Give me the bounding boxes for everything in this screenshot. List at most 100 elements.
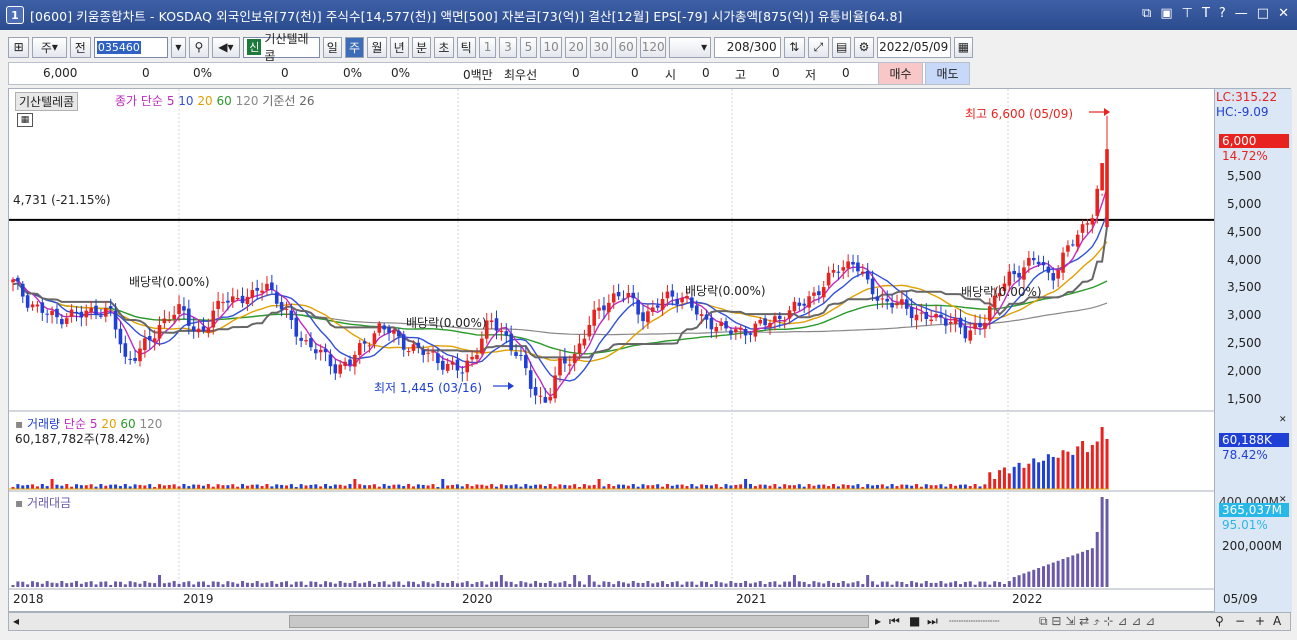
- ma5-label: 5: [166, 94, 175, 108]
- candle-body: [1022, 267, 1026, 280]
- save-icon[interactable]: ▤: [832, 36, 852, 58]
- tab-month[interactable]: 월: [367, 36, 387, 58]
- candle-body: [177, 304, 181, 315]
- candle-body: [387, 327, 391, 334]
- table-icon[interactable]: ▦: [17, 113, 33, 127]
- chart-menu-icon[interactable]: ⊞: [8, 36, 30, 58]
- text-icon[interactable]: T: [1202, 6, 1210, 21]
- candle-body: [1100, 163, 1104, 191]
- close-icon[interactable]: ✕: [1278, 6, 1289, 21]
- volume-bar: [26, 484, 30, 489]
- volume-bar: [690, 484, 694, 489]
- chart-area[interactable]: 기산텔레콤 종가 단순 5 10 20 60 120 기준선 26 ▦ 4,73…: [8, 88, 1292, 613]
- scroll-left-icon[interactable]: ◂: [13, 614, 19, 628]
- indicator-icon[interactable]: ⇅: [783, 36, 805, 58]
- chart-scrollbar[interactable]: ◂ ▸ ⏮ ■ ⏭ ┄┄┄┄┄┄┄ ⧉ ⊟ ⇲ ⇄ ⤴ ⊹ ⊿ ⊿ ⊿ ⚲ − …: [8, 612, 1291, 631]
- link-icon[interactable]: ⧉: [1142, 6, 1151, 21]
- sell-button[interactable]: 매도: [925, 62, 970, 85]
- drawing-tools-icon[interactable]: ⧉ ⊟ ⇲ ⇄ ⤴ ⊹ ⊿ ⊿ ⊿: [1039, 614, 1155, 629]
- baseline-line: [12, 226, 1108, 359]
- auto-scale-icon[interactable]: A: [1273, 614, 1281, 628]
- panel-close-icon[interactable]: ✕: [1279, 495, 1287, 505]
- prev-button[interactable]: 전: [69, 36, 91, 58]
- amount-bar: [607, 581, 611, 587]
- stop-icon[interactable]: ■: [909, 614, 920, 628]
- window-number[interactable]: 1: [6, 6, 24, 24]
- calendar-icon[interactable]: ▦: [953, 36, 974, 58]
- interval-3[interactable]: 3: [499, 36, 517, 58]
- quote-low: 0: [842, 66, 850, 80]
- amount-bar: [270, 581, 274, 587]
- volume-bar: [338, 484, 342, 489]
- amount-bar: [197, 581, 201, 587]
- zoom-slider[interactable]: ┄┄┄┄┄┄┄: [949, 614, 1000, 628]
- amount-bar: [973, 584, 977, 587]
- restore-icon[interactable]: ▣: [1160, 6, 1172, 21]
- interval-120[interactable]: 120: [640, 36, 667, 58]
- candle-body: [167, 320, 172, 322]
- interval-30[interactable]: 30: [590, 36, 613, 58]
- amount-bar: [104, 581, 108, 587]
- candle-body: [270, 282, 274, 291]
- volume-bar: [221, 485, 225, 489]
- scroll-right-icon[interactable]: ▸: [875, 614, 881, 628]
- settings-icon[interactable]: ⚙: [854, 36, 874, 58]
- volume-bar: [939, 484, 943, 489]
- amount-bar: [695, 584, 699, 587]
- pin-icon[interactable]: ⊤: [1182, 6, 1193, 21]
- tab-minute[interactable]: 분: [411, 36, 432, 58]
- amount-bar: [910, 581, 914, 587]
- help-icon[interactable]: ?: [1219, 6, 1226, 21]
- amount-bar: [465, 581, 469, 587]
- panel-close-icon[interactable]: ✕: [1279, 415, 1287, 425]
- volume-bar: [841, 484, 845, 489]
- maximize-icon[interactable]: □: [1257, 6, 1269, 21]
- zoom-search-icon[interactable]: ⚲: [1215, 614, 1224, 628]
- interval-1[interactable]: 1: [478, 36, 497, 58]
- play-icon[interactable]: ⏭: [927, 614, 938, 629]
- volume-bar: [382, 484, 386, 489]
- date-input[interactable]: 2022/05/09: [876, 36, 951, 58]
- y-tick-label: 3,000: [1227, 308, 1262, 323]
- minimize-icon[interactable]: —: [1235, 6, 1248, 21]
- tab-year[interactable]: 년: [389, 36, 409, 58]
- candle-body: [328, 354, 333, 367]
- candle-body: [792, 301, 797, 312]
- interval-60[interactable]: 60: [615, 36, 638, 58]
- dividend-label: 배당락(0.00%): [961, 285, 1042, 299]
- volume-bar: [1056, 457, 1060, 489]
- amount-bar: [426, 582, 430, 587]
- speaker-icon[interactable]: ◀▾: [211, 36, 241, 58]
- candle-body: [621, 298, 626, 300]
- scroll-thumb[interactable]: [289, 615, 869, 628]
- zoom-out-icon[interactable]: −: [1235, 614, 1245, 628]
- tab-week[interactable]: 주: [344, 36, 365, 58]
- interval-20[interactable]: 20: [565, 36, 588, 58]
- interval-10[interactable]: 10: [540, 36, 563, 58]
- baseline-label: 기준선 26: [262, 94, 315, 108]
- stock-name-field[interactable]: 신 기산텔레콤: [243, 32, 320, 63]
- candle-body: [392, 330, 396, 334]
- buy-button[interactable]: 매수: [878, 62, 923, 85]
- amount-bar: [675, 581, 679, 587]
- crosshair-icon[interactable]: ⤢: [807, 36, 830, 58]
- first-icon[interactable]: ⏮: [889, 614, 900, 629]
- tab-second[interactable]: 초: [434, 36, 454, 58]
- candle-body: [333, 364, 338, 374]
- amount-bar: [734, 582, 738, 587]
- period-select[interactable]: 주 ▾: [32, 36, 67, 58]
- zoom-in-icon[interactable]: +: [1255, 614, 1265, 628]
- chart-svg[interactable]: [9, 89, 1214, 613]
- amount-bar: [1017, 575, 1021, 587]
- volume-bar: [324, 484, 328, 489]
- count-input[interactable]: 208/300: [714, 36, 781, 58]
- tab-day[interactable]: 일: [322, 36, 342, 58]
- stock-code-input[interactable]: 035460: [93, 36, 168, 58]
- candle-body: [499, 330, 504, 332]
- search-icon[interactable]: ⚲: [189, 36, 209, 58]
- custom-interval-select[interactable]: ▾: [669, 36, 712, 58]
- interval-5[interactable]: 5: [519, 36, 538, 58]
- candle-body: [987, 306, 992, 321]
- tab-tick[interactable]: 틱: [456, 36, 476, 58]
- dropdown-icon[interactable]: ▾: [170, 36, 187, 58]
